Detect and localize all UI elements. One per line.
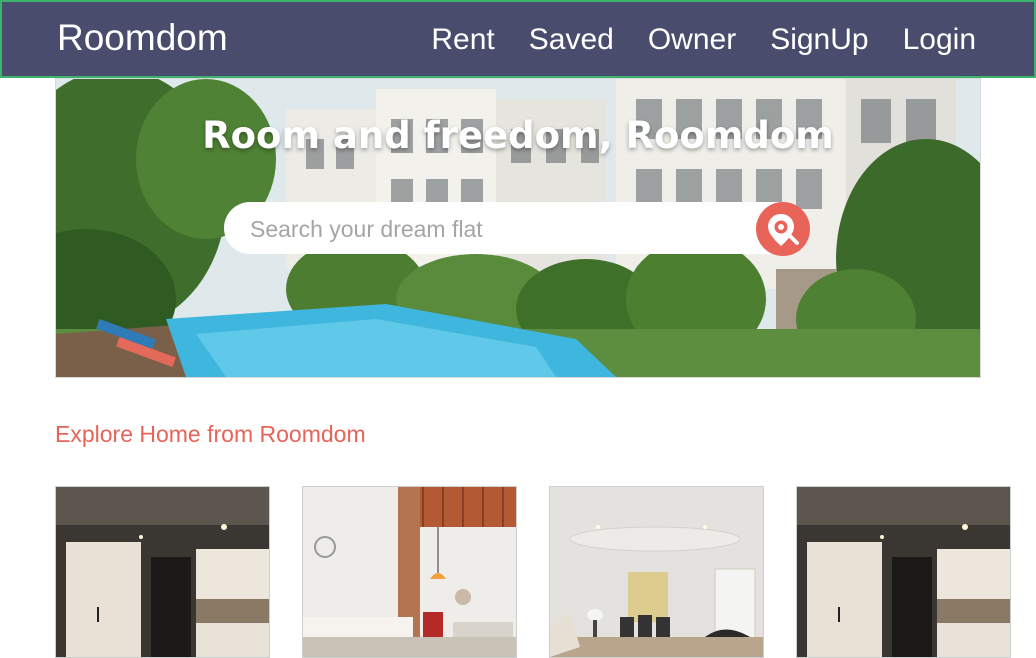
nav-link-login[interactable]: Login — [903, 20, 976, 60]
nav-link-saved[interactable]: Saved — [529, 20, 614, 60]
nav-links: Rent Saved Owner SignUp Login — [431, 20, 976, 60]
navbar: Roomdom Rent Saved Owner SignUp Login — [0, 0, 1036, 78]
nav-link-signup[interactable]: SignUp — [770, 20, 868, 60]
nav-link-rent[interactable]: Rent — [431, 20, 494, 60]
nav-link-owner[interactable]: Owner — [648, 20, 736, 60]
property-card[interactable] — [55, 486, 270, 658]
property-card[interactable] — [302, 486, 517, 658]
search-input[interactable] — [248, 202, 752, 256]
brand-logo[interactable]: Roomdom — [57, 16, 228, 60]
property-card[interactable] — [796, 486, 1011, 658]
explore-section-title: Explore Home from Roomdom — [55, 421, 366, 447]
location-search-icon — [768, 214, 799, 246]
hero-banner: Room and freedom, Roomdom — [55, 78, 981, 378]
property-image — [797, 487, 1010, 657]
search-button[interactable] — [756, 202, 810, 256]
property-card[interactable] — [549, 486, 764, 658]
property-image — [303, 487, 516, 657]
property-image — [550, 487, 763, 657]
property-image — [56, 487, 269, 657]
hero-title: Room and freedom, Roomdom — [202, 114, 834, 157]
search-bar — [224, 202, 808, 256]
